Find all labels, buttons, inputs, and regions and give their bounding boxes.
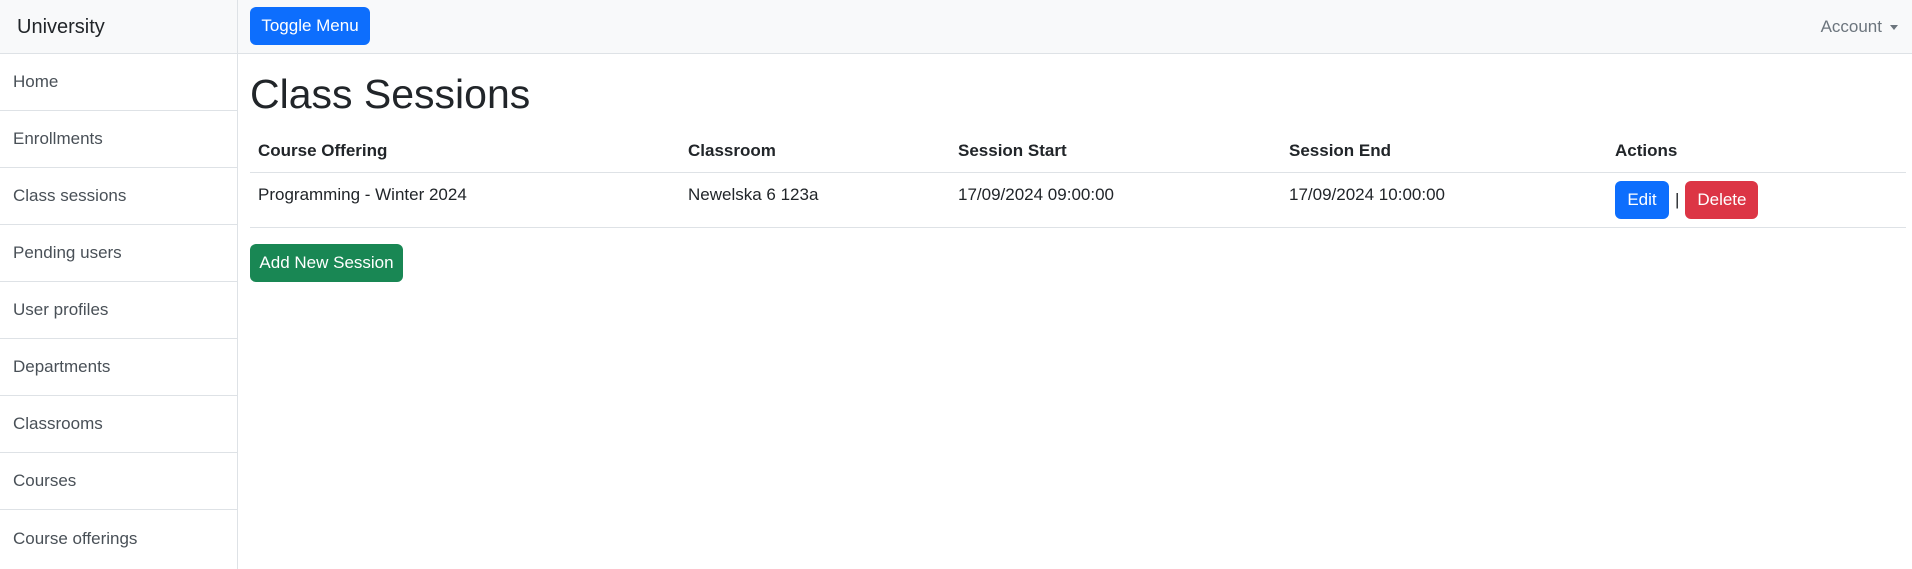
column-header-course-offering: Course Offering xyxy=(250,131,680,173)
sidebar-item-home[interactable]: Home xyxy=(0,54,237,111)
table-header-row: Course Offering Classroom Session Start … xyxy=(250,131,1906,173)
column-header-session-end: Session End xyxy=(1281,131,1607,173)
sidebar-item-class-sessions[interactable]: Class sessions xyxy=(0,168,237,225)
add-new-session-button[interactable]: Add New Session xyxy=(250,243,403,282)
delete-button[interactable]: Delete xyxy=(1685,180,1759,219)
sidebar: University Home Enrollments Class sessio… xyxy=(0,0,238,569)
cell-session-end: 17/09/2024 10:00:00 xyxy=(1281,172,1607,228)
action-separator: | xyxy=(1675,189,1680,209)
sidebar-item-course-offerings[interactable]: Course offerings xyxy=(0,510,237,567)
account-dropdown[interactable]: Account xyxy=(1821,0,1898,54)
sidebar-item-enrollments[interactable]: Enrollments xyxy=(0,111,237,168)
column-header-session-start: Session Start xyxy=(950,131,1281,173)
sidebar-item-pending-users[interactable]: Pending users xyxy=(0,225,237,282)
table-row: Programming - Winter 2024 Newelska 6 123… xyxy=(250,172,1906,228)
sidebar-item-departments[interactable]: Departments xyxy=(0,339,237,396)
sidebar-item-classrooms[interactable]: Classrooms xyxy=(0,396,237,453)
sidebar-item-courses[interactable]: Courses xyxy=(0,453,237,510)
cell-session-start: 17/09/2024 09:00:00 xyxy=(950,172,1281,228)
top-navbar: Toggle Menu Account xyxy=(238,0,1912,54)
edit-button[interactable]: Edit xyxy=(1615,180,1669,219)
main-content: Class Sessions Course Offering Classroom… xyxy=(250,54,1906,282)
caret-down-icon xyxy=(1890,25,1898,30)
column-header-actions: Actions xyxy=(1607,131,1906,173)
cell-course-offering: Programming - Winter 2024 xyxy=(250,172,680,228)
cell-actions: Edit | Delete xyxy=(1607,172,1906,228)
sessions-table: Course Offering Classroom Session Start … xyxy=(250,131,1906,228)
sidebar-brand[interactable]: University xyxy=(0,0,237,54)
cell-classroom: Newelska 6 123a xyxy=(680,172,950,228)
account-label: Account xyxy=(1820,17,1882,36)
column-header-classroom: Classroom xyxy=(680,131,950,173)
page-title: Class Sessions xyxy=(250,71,531,117)
toggle-menu-button[interactable]: Toggle Menu xyxy=(250,7,370,45)
sidebar-item-user-profiles[interactable]: User profiles xyxy=(0,282,237,339)
